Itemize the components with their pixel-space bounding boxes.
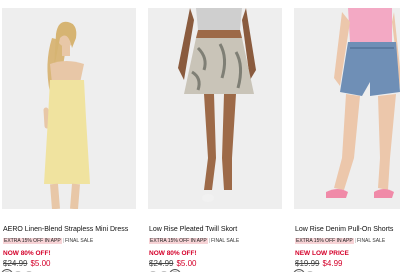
sale-flag: NEW LOW PRICE bbox=[295, 250, 349, 257]
final-sale-label: FINAL SALE bbox=[65, 238, 94, 244]
product-card[interactable]: Low Rise Pleated Twill Skort EXTRA 15% O… bbox=[148, 8, 282, 272]
sale-price: $5.00 bbox=[176, 259, 197, 268]
sale-price: $4.99 bbox=[322, 259, 343, 268]
product-image[interactable] bbox=[148, 8, 282, 209]
promo-label: EXTRA 15% OFF IN APP |FINAL SALE bbox=[295, 238, 386, 244]
price-row: $24.99 $5.00 bbox=[149, 259, 197, 268]
sale-price: $5.00 bbox=[30, 259, 51, 268]
final-sale-label: FINAL SALE bbox=[211, 238, 240, 244]
product-name[interactable]: Low Rise Pleated Twill Skort bbox=[149, 225, 237, 234]
sale-flag: NOW 80% OFF! bbox=[3, 250, 51, 257]
product-name[interactable]: AERO Linen-Blend Strapless Mini Dress bbox=[3, 225, 128, 234]
promo-tag: EXTRA 15% OFF IN APP bbox=[3, 238, 62, 244]
product-card[interactable]: Low Rise Denim Pull-On Shorts EXTRA 15% … bbox=[294, 8, 400, 272]
promo-label: EXTRA 15% OFF IN APP |FINAL SALE bbox=[3, 238, 94, 244]
product-image[interactable] bbox=[294, 8, 400, 209]
promo-label: EXTRA 15% OFF IN APP |FINAL SALE bbox=[149, 238, 240, 244]
product-name[interactable]: Low Rise Denim Pull-On Shorts bbox=[295, 225, 393, 234]
product-image[interactable] bbox=[2, 8, 136, 209]
original-price: $24.99 bbox=[149, 259, 174, 268]
sale-flag: NOW 80% OFF! bbox=[149, 250, 197, 257]
price-row: $19.99 $4.99 bbox=[295, 259, 343, 268]
final-sale-label: FINAL SALE bbox=[357, 238, 386, 244]
promo-tag: EXTRA 15% OFF IN APP bbox=[295, 238, 354, 244]
original-price: $24.99 bbox=[3, 259, 28, 268]
product-card[interactable]: AERO Linen-Blend Strapless Mini Dress EX… bbox=[2, 8, 136, 272]
price-row: $24.99 $5.00 bbox=[3, 259, 51, 268]
original-price: $19.99 bbox=[295, 259, 320, 268]
product-grid: AERO Linen-Blend Strapless Mini Dress EX… bbox=[0, 0, 400, 272]
promo-tag: EXTRA 15% OFF IN APP bbox=[149, 238, 208, 244]
